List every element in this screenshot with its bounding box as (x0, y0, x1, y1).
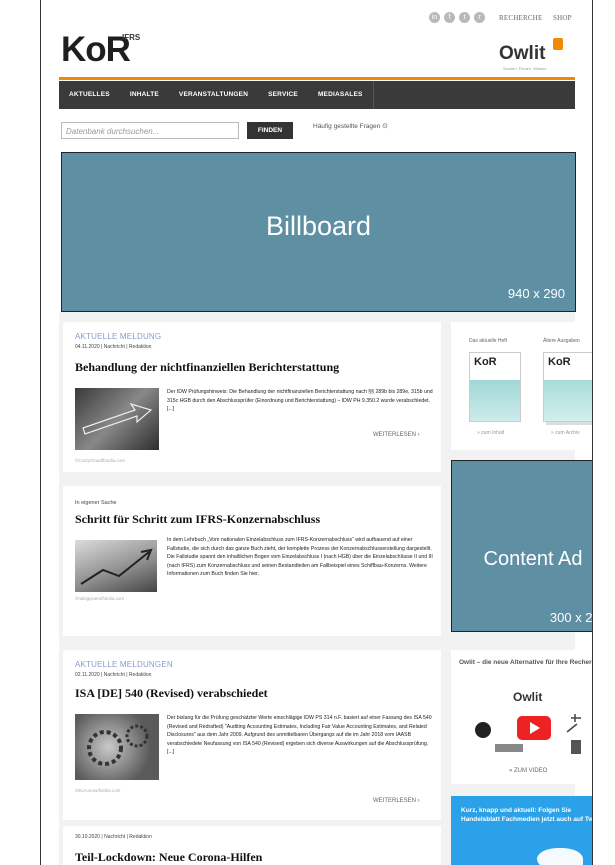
header-divider (59, 77, 575, 80)
article-image[interactable] (75, 714, 159, 780)
owlit-promo-logo: Owlit (513, 690, 543, 704)
image-credit: ©EUAnnos/fotolia.com (75, 788, 121, 793)
current-issue-link[interactable]: » zum Inhalt (477, 430, 504, 436)
article-headline[interactable]: ISA [DE] 540 (Revised) verabschiedet (75, 686, 435, 701)
owlit-tagline: Suchen. Finden. Wissen. (503, 66, 548, 71)
content-ad-size: 300 x 250 (549, 610, 593, 625)
article-card: In eigener Sache Schritt für Schritt zum… (63, 486, 441, 636)
rss-icon[interactable]: r (474, 12, 485, 23)
faq-link[interactable]: Häufig gestellte Fragen ⊙ (313, 122, 388, 130)
article-meta: 02.11.2020 | Nachricht | Redaktion (75, 672, 152, 678)
article-body: Der IDW Prüfungshinweis: Die Behandlung … (167, 389, 433, 413)
search-button[interactable]: FINDEN (247, 122, 293, 139)
article-kicker: In eigener Sache (75, 500, 117, 506)
read-more-label: WEITERLESEN (373, 798, 417, 804)
billboard-title: Billboard (265, 211, 372, 241)
main-nav: AKTUELLES INHALTE VERANSTALTUNGEN SERVIC… (59, 81, 575, 109)
kor-logo[interactable]: KoR (61, 30, 131, 70)
article-body: In dem Lehrbuch „Vom nationalen Einzelab… (167, 537, 433, 578)
owlit-promo[interactable]: Owlit – die neue Alternative für Ihre Re… (451, 650, 593, 784)
article-headline[interactable]: Teil-Lockdown: Neue Corona-Hilfen (75, 850, 435, 865)
billboard-ad[interactable]: Billboard 940 x 290 (61, 152, 576, 312)
article-image[interactable] (75, 388, 159, 450)
article-body: Der bislang für die Prüfung geschätzter … (167, 715, 432, 756)
read-more-label: WEITERLESEN (373, 432, 417, 438)
twitter-promo[interactable]: Kurz, knapp und aktuell: Folgen Sie Hand… (451, 796, 593, 865)
older-issue-cover[interactable]: KoR (543, 352, 592, 422)
arrow-icon: ⊙ (382, 123, 388, 130)
linkedin-icon[interactable]: in (429, 12, 440, 23)
page-frame: in f t r RECHERCHE SHOP KoR IFRS Owlit S… (40, 0, 593, 865)
article-meta: 04.11.2020 | Nachricht | Redaktion (75, 344, 152, 350)
social-icons: in f t r (429, 12, 485, 23)
owlit-logo[interactable]: Owlit (499, 43, 545, 65)
older-issues-label: Ältere Ausgaben (543, 338, 580, 344)
billboard-size: 940 x 290 (507, 286, 565, 301)
twitter-promo-text: Kurz, knapp und aktuell: Folgen Sie Hand… (461, 807, 593, 823)
article-card: AKTUELLE MELDUNG 04.11.2020 | Nachricht … (63, 322, 441, 472)
twitter-bird-icon (537, 848, 583, 865)
content-ad[interactable]: Content Ad 300 x 250 (451, 460, 593, 632)
faq-link-label: Häufig gestellte Fragen (313, 123, 381, 130)
facebook-icon[interactable]: f (444, 12, 455, 23)
twitter-icon[interactable]: t (459, 12, 470, 23)
read-more-link[interactable]: WEITERLESEN › (373, 798, 420, 804)
image-credit: ©CrazyCloud/fotolia.com (75, 458, 125, 463)
arrow-sketch-icon (82, 402, 153, 435)
nav-item-service[interactable]: SERVICE (258, 81, 308, 109)
archive-link[interactable]: » zum Archiv (551, 430, 580, 436)
gears-icon (87, 724, 149, 766)
image-credit: ©nakigiyuem/fotolia.com (75, 596, 125, 601)
article-card: AKTUELLE MELDUNGEN 02.11.2020 | Nachrich… (63, 650, 441, 820)
chart-arrows-icon (80, 548, 153, 585)
nav-item-veranstaltungen[interactable]: VERANSTALTUNGEN (169, 81, 258, 109)
article-kicker: AKTUELLE MELDUNGEN (75, 660, 173, 669)
article-image[interactable] (75, 540, 157, 592)
shop-link[interactable]: SHOP (553, 14, 572, 22)
cover-logo: KoR (474, 356, 497, 368)
article-meta: 30.10.2020 | Nachricht | Redaktion (75, 834, 152, 840)
kor-logo-sup: IFRS (122, 33, 141, 42)
nav-item-aktuelles[interactable]: AKTUELLES (59, 81, 120, 109)
recherche-link[interactable]: RECHERCHE (499, 14, 542, 22)
article-card: 30.10.2020 | Nachricht | Redaktion Teil-… (63, 826, 441, 865)
current-issue-cover[interactable]: KoR (469, 352, 521, 422)
nav-item-inhalte[interactable]: INHALTE (120, 81, 169, 109)
nav-item-mediasales[interactable]: MEDIASALES (308, 81, 374, 109)
cover-logo: KoR (548, 356, 571, 368)
video-thumbnail-icon[interactable] (471, 710, 593, 760)
article-headline[interactable]: Schritt für Schritt zum IFRS-Konzernabsc… (75, 512, 435, 527)
owl-icon (553, 38, 563, 50)
content-ad-title: Content Ad (483, 548, 583, 570)
owlit-promo-title: Owlit – die neue Alternative für Ihre Re… (459, 659, 593, 666)
video-link[interactable]: » ZUM VIDEO (509, 768, 547, 774)
current-issue-label: Das aktuelle Heft (469, 338, 508, 344)
magazine-box: Das aktuelle Heft Ältere Ausgaben KoR Ko… (451, 322, 592, 450)
article-headline[interactable]: Behandlung der nichtfinanziellen Bericht… (75, 360, 435, 375)
search-input[interactable]: Datenbank durchsuchen... (61, 122, 239, 139)
read-more-link[interactable]: WEITERLESEN › (373, 432, 420, 438)
article-kicker: AKTUELLE MELDUNG (75, 332, 162, 341)
